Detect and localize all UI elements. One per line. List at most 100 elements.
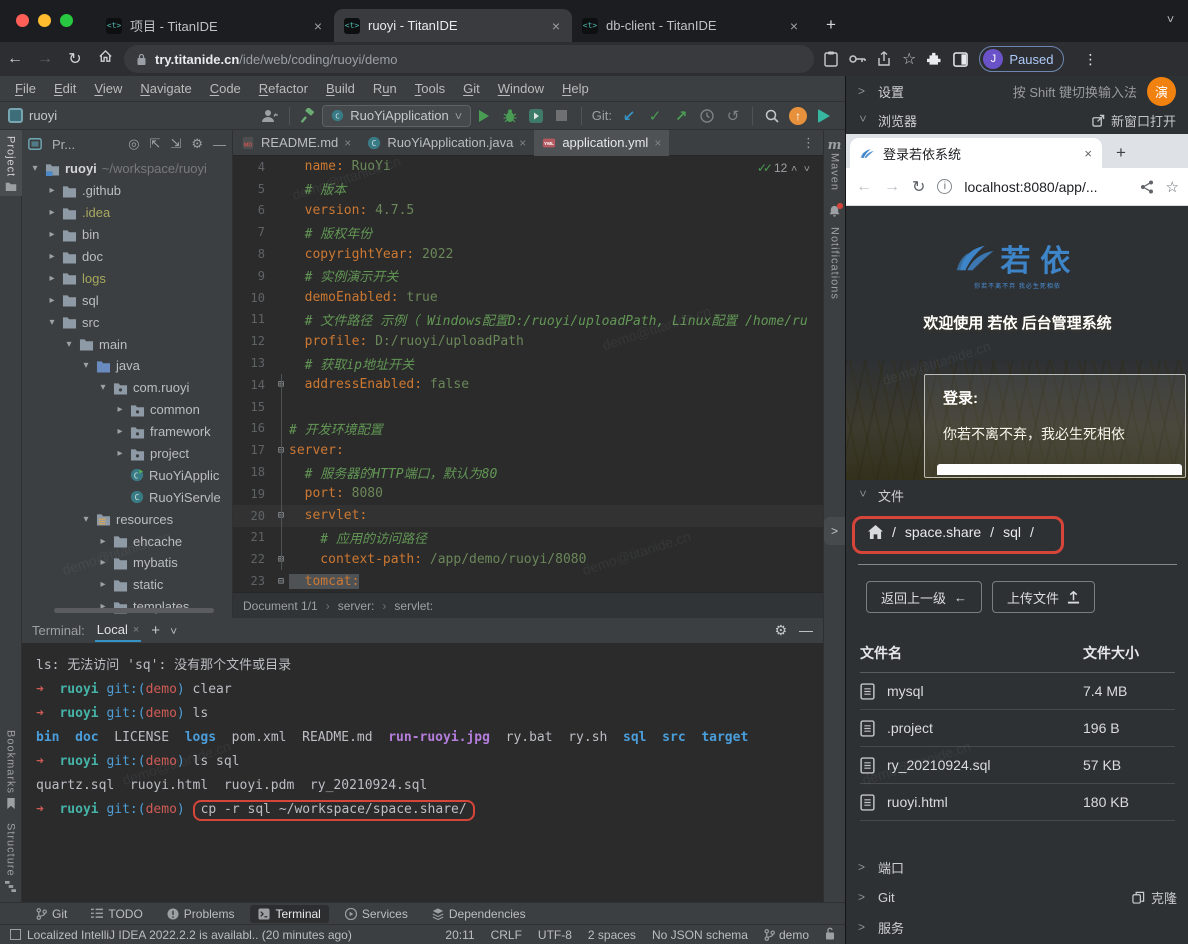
side-panel-icon[interactable] (953, 52, 968, 67)
editor-tab[interactable]: YMLapplication.yml× (534, 130, 669, 156)
hide-terminal-icon[interactable]: — (799, 622, 813, 639)
settings-section-header[interactable]: > 设置 按 Shift 键切换输入法 演 (846, 76, 1188, 106)
files-section-header[interactable]: > 文件 (846, 480, 1188, 510)
notifications-stripe-label[interactable]: Notifications (829, 227, 841, 300)
tree-item[interactable]: ▸doc (22, 246, 232, 268)
code-line[interactable]: 15 (233, 396, 823, 418)
embedded-url-text[interactable]: localhost:8080/app/... (964, 179, 1127, 195)
back-button[interactable]: ← (0, 50, 30, 68)
demo-badge[interactable]: 演 (1147, 77, 1176, 106)
tree-item[interactable]: ▸logs (22, 267, 232, 289)
run-configuration-select[interactable]: C RuoYiApplication > (322, 105, 471, 127)
tree-item[interactable]: ▸.github (22, 180, 232, 202)
address-bar[interactable]: try.titanide.cn/ide/web/coding/ruoyi/dem… (124, 45, 814, 73)
maximize-window-button[interactable] (60, 14, 73, 27)
menu-help[interactable]: Help (553, 81, 598, 96)
chevron-expanded-icon[interactable]: ▾ (81, 514, 91, 525)
embedded-reload-icon[interactable]: ↻ (912, 177, 925, 197)
menu-tools[interactable]: Tools (406, 81, 454, 96)
tree-item[interactable]: CRuoYiServle (22, 486, 232, 508)
code-line[interactable]: 5 # 版本 (233, 178, 823, 200)
project-panel-title[interactable]: Pr... (52, 137, 75, 152)
code-line[interactable]: 6 version: 4.7.5 (233, 200, 823, 222)
tree-item[interactable]: ▸.idea (22, 202, 232, 224)
tree-item[interactable]: ▾ruoyi ~/workspace/ruoyi (22, 158, 232, 180)
section-Git[interactable]: >Git克隆 (846, 882, 1188, 912)
maven-stripe-label[interactable]: Maven (829, 153, 841, 191)
tree-item[interactable]: ▸common (22, 399, 232, 421)
reload-button[interactable]: ↻ (60, 49, 90, 69)
chevron-collapsed-icon[interactable]: ▸ (47, 207, 57, 218)
debug-button[interactable] (498, 105, 522, 127)
key-icon[interactable] (849, 54, 866, 64)
tool-tab-project[interactable]: Project (0, 130, 22, 196)
code-line[interactable]: 7 # 版权年份 (233, 221, 823, 243)
history-button[interactable] (695, 105, 719, 127)
collaborator-button[interactable] (258, 105, 282, 127)
search-everywhere-button[interactable] (760, 105, 784, 127)
browser-tab[interactable]: <t>db-client - TitanIDE× (572, 9, 810, 42)
tree-item[interactable]: ▾java (22, 355, 232, 377)
code-line[interactable]: 20⊟ servlet: (233, 505, 823, 527)
menu-window[interactable]: Window (489, 81, 553, 96)
code-line[interactable]: 23⊟ tomcat: (233, 570, 823, 592)
embedded-tab-close-icon[interactable]: × (1084, 146, 1092, 161)
minimize-window-button[interactable] (38, 14, 51, 27)
code-line[interactable]: 14⊞ addressEnabled: false (233, 374, 823, 396)
window-controls[interactable] (16, 14, 73, 27)
browser-section-header[interactable]: > 浏览器 新窗口打开 (846, 106, 1188, 134)
tree-item[interactable]: ▸templates (22, 596, 232, 618)
code-line[interactable]: 8 copyrightYear: 2022 (233, 243, 823, 265)
chevron-expanded-icon[interactable]: ▾ (47, 317, 57, 328)
embedded-back-icon[interactable]: ← (856, 178, 872, 196)
code-line[interactable]: 21 # 应用的访问路径 (233, 527, 823, 549)
code-line[interactable]: 17⊟server: (233, 439, 823, 461)
git-push-button[interactable]: ↗ (669, 105, 693, 127)
forward-button[interactable]: → (30, 50, 60, 68)
new-tab-button[interactable]: + (818, 12, 844, 38)
chevron-collapsed-icon[interactable]: ▸ (47, 185, 57, 196)
editor-tab-close-icon[interactable]: × (344, 136, 351, 150)
editor-tab-close-icon[interactable]: × (654, 136, 661, 150)
tree-item[interactable]: ▾com.ruoyi (22, 377, 232, 399)
menu-code[interactable]: Code (201, 81, 250, 96)
share-nodes-icon[interactable] (1140, 180, 1154, 194)
tab-search-chevron-icon[interactable]: > (1163, 15, 1177, 22)
tree-item[interactable]: ▸project (22, 443, 232, 465)
run-button[interactable] (472, 105, 496, 127)
go-up-button[interactable]: 返回上一级← (866, 581, 982, 613)
editor-tab[interactable]: CRuoYiApplication.java× (359, 130, 534, 156)
rollback-button[interactable]: ↺ (721, 105, 745, 127)
tab-close-icon[interactable]: × (550, 18, 562, 34)
maven-logo-icon[interactable]: m (828, 138, 842, 153)
chevron-collapsed-icon[interactable]: ▸ (47, 229, 57, 240)
tool-button-problems[interactable]: Problems (159, 905, 243, 923)
menu-file[interactable]: File (6, 81, 45, 96)
breadcrumb-item[interactable]: servlet: (394, 599, 433, 613)
project-widget[interactable]: ruoyi (8, 108, 57, 123)
code-line[interactable]: 16# 开发环境配置 (233, 418, 823, 440)
panel-settings-gear-icon[interactable]: ⚙ (191, 136, 203, 152)
tree-item[interactable]: ▸sql (22, 289, 232, 311)
chevron-collapsed-icon[interactable]: ▸ (47, 295, 57, 306)
locate-file-icon[interactable]: ◎ (128, 136, 139, 152)
collapse-all-icon[interactable]: ⇲ (170, 136, 181, 152)
tree-item[interactable]: ▸framework (22, 421, 232, 443)
login-input[interactable] (937, 464, 1182, 475)
chevron-collapsed-icon[interactable]: ▸ (115, 426, 125, 437)
code-line[interactable]: 11 # 文件路径 示例（ Windows配置D:/ruoyi/uploadPa… (233, 309, 823, 331)
code-line[interactable]: 12 profile: D:/ruoyi/uploadPath (233, 330, 823, 352)
tool-tab-bookmarks[interactable]: Bookmarks (5, 730, 17, 809)
terminal-dropdown-chevron-icon[interactable]: > (167, 627, 179, 633)
embedded-forward-icon[interactable]: → (884, 178, 900, 196)
code-line[interactable]: 13 # 获取ip地址开关 (233, 352, 823, 374)
tool-button-todo[interactable]: TODO (83, 905, 150, 923)
upload-file-button[interactable]: 上传文件 (992, 581, 1095, 613)
browser-menu-icon[interactable]: ⋮ (1083, 51, 1097, 68)
hide-panel-icon[interactable]: — (213, 137, 226, 152)
code-line[interactable]: 10 demoEnabled: true (233, 287, 823, 309)
fold-marker-icon[interactable]: ⊟ (273, 576, 289, 587)
menu-run[interactable]: Run (364, 81, 406, 96)
close-window-button[interactable] (16, 14, 29, 27)
tree-item[interactable]: ▸ehcache (22, 530, 232, 552)
